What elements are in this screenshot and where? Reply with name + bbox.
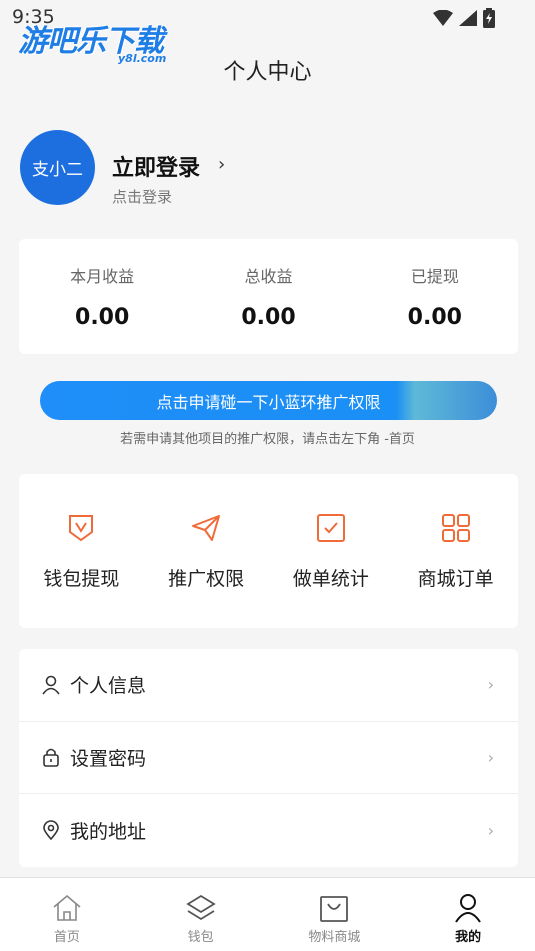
grid-label: 钱包提现 xyxy=(43,568,120,590)
earnings-label: 本月收益 xyxy=(70,267,135,286)
user-icon xyxy=(42,675,60,695)
chevron-right-icon: › xyxy=(487,820,494,840)
page-title: 个人中心 xyxy=(223,60,312,85)
earnings-value: 0.00 xyxy=(75,305,130,330)
grid-item-order-stats[interactable]: 做单统计 xyxy=(269,474,394,628)
layers-icon xyxy=(185,894,216,921)
wifi-icon xyxy=(433,10,453,26)
tab-material-mall[interactable]: 物料商城 xyxy=(268,878,402,951)
earnings-label: 已提现 xyxy=(410,267,459,286)
status-icons xyxy=(433,8,495,28)
avatar-text: 支小二 xyxy=(32,160,83,180)
tab-mine[interactable]: 我的 xyxy=(401,878,535,951)
grid-item-mall-orders[interactable]: 商城订单 xyxy=(393,474,518,628)
paper-plane-icon xyxy=(192,515,221,541)
settings-menu: 个人信息 › 设置密码 › 我的地址 › xyxy=(19,649,518,867)
grid-item-wallet-withdraw[interactable]: 钱包提现 xyxy=(19,474,144,628)
tab-home[interactable]: 首页 xyxy=(0,878,134,951)
location-icon xyxy=(43,820,59,841)
home-icon xyxy=(53,894,81,921)
checkbox-icon xyxy=(316,514,345,542)
grid-label: 做单统计 xyxy=(292,568,369,590)
tab-label: 首页 xyxy=(53,930,80,945)
apply-permission-button[interactable]: 点击申请碰一下小蓝环推广权限 xyxy=(40,381,497,420)
tab-wallet[interactable]: 钱包 xyxy=(134,878,268,951)
chevron-right-icon: › xyxy=(487,675,494,695)
profile-section[interactable]: 支小二 立即登录 › 点击登录 xyxy=(0,128,535,208)
earnings-value: 0.00 xyxy=(241,305,296,330)
menu-label: 个人信息 xyxy=(70,675,147,698)
lock-icon xyxy=(43,748,59,768)
earnings-label: 总收益 xyxy=(244,267,293,286)
grid-label: 推广权限 xyxy=(168,568,245,590)
signal-icon xyxy=(459,10,477,26)
bag-icon xyxy=(320,896,349,922)
menu-item-my-address[interactable]: 我的地址 › xyxy=(19,794,518,867)
earnings-card: 本月收益 0.00 总收益 0.00 已提现 0.00 xyxy=(19,239,518,354)
battery-icon xyxy=(483,8,495,28)
login-subtitle: 点击登录 xyxy=(112,188,173,206)
menu-label: 我的地址 xyxy=(70,820,147,843)
earnings-value: 0.00 xyxy=(407,305,462,330)
tab-label: 钱包 xyxy=(187,930,214,945)
chevron-right-icon: › xyxy=(487,747,494,767)
person-icon xyxy=(455,894,481,923)
apply-note: 若需申请其他项目的推广权限，请点击左下角 -首页 xyxy=(120,432,415,447)
earnings-total: 总收益 0.00 xyxy=(185,239,351,354)
chevron-right-icon[interactable]: › xyxy=(218,154,225,175)
login-title[interactable]: 立即登录 xyxy=(112,150,200,182)
grid-item-promotion[interactable]: 推广权限 xyxy=(144,474,269,628)
grid-icon xyxy=(441,514,470,542)
menu-item-set-password[interactable]: 设置密码 › xyxy=(19,722,518,794)
avatar[interactable]: 支小二 xyxy=(20,130,95,205)
tab-label: 物料商城 xyxy=(308,930,361,945)
earnings-monthly: 本月收益 0.00 xyxy=(19,239,185,354)
tab-label: 我的 xyxy=(455,930,482,945)
grid-label: 商城订单 xyxy=(417,568,494,590)
apply-button-label: 点击申请碰一下小蓝环推广权限 xyxy=(156,392,381,412)
menu-item-personal-info[interactable]: 个人信息 › xyxy=(19,649,518,722)
earnings-withdrawn: 已提现 0.00 xyxy=(352,239,518,354)
menu-label: 设置密码 xyxy=(70,747,147,770)
shield-v-icon xyxy=(69,515,94,542)
bottom-tab-bar: 首页 钱包 物料商城 我的 xyxy=(0,877,535,951)
function-grid: 钱包提现 推广权限 做单统计 商城订单 xyxy=(19,474,518,628)
